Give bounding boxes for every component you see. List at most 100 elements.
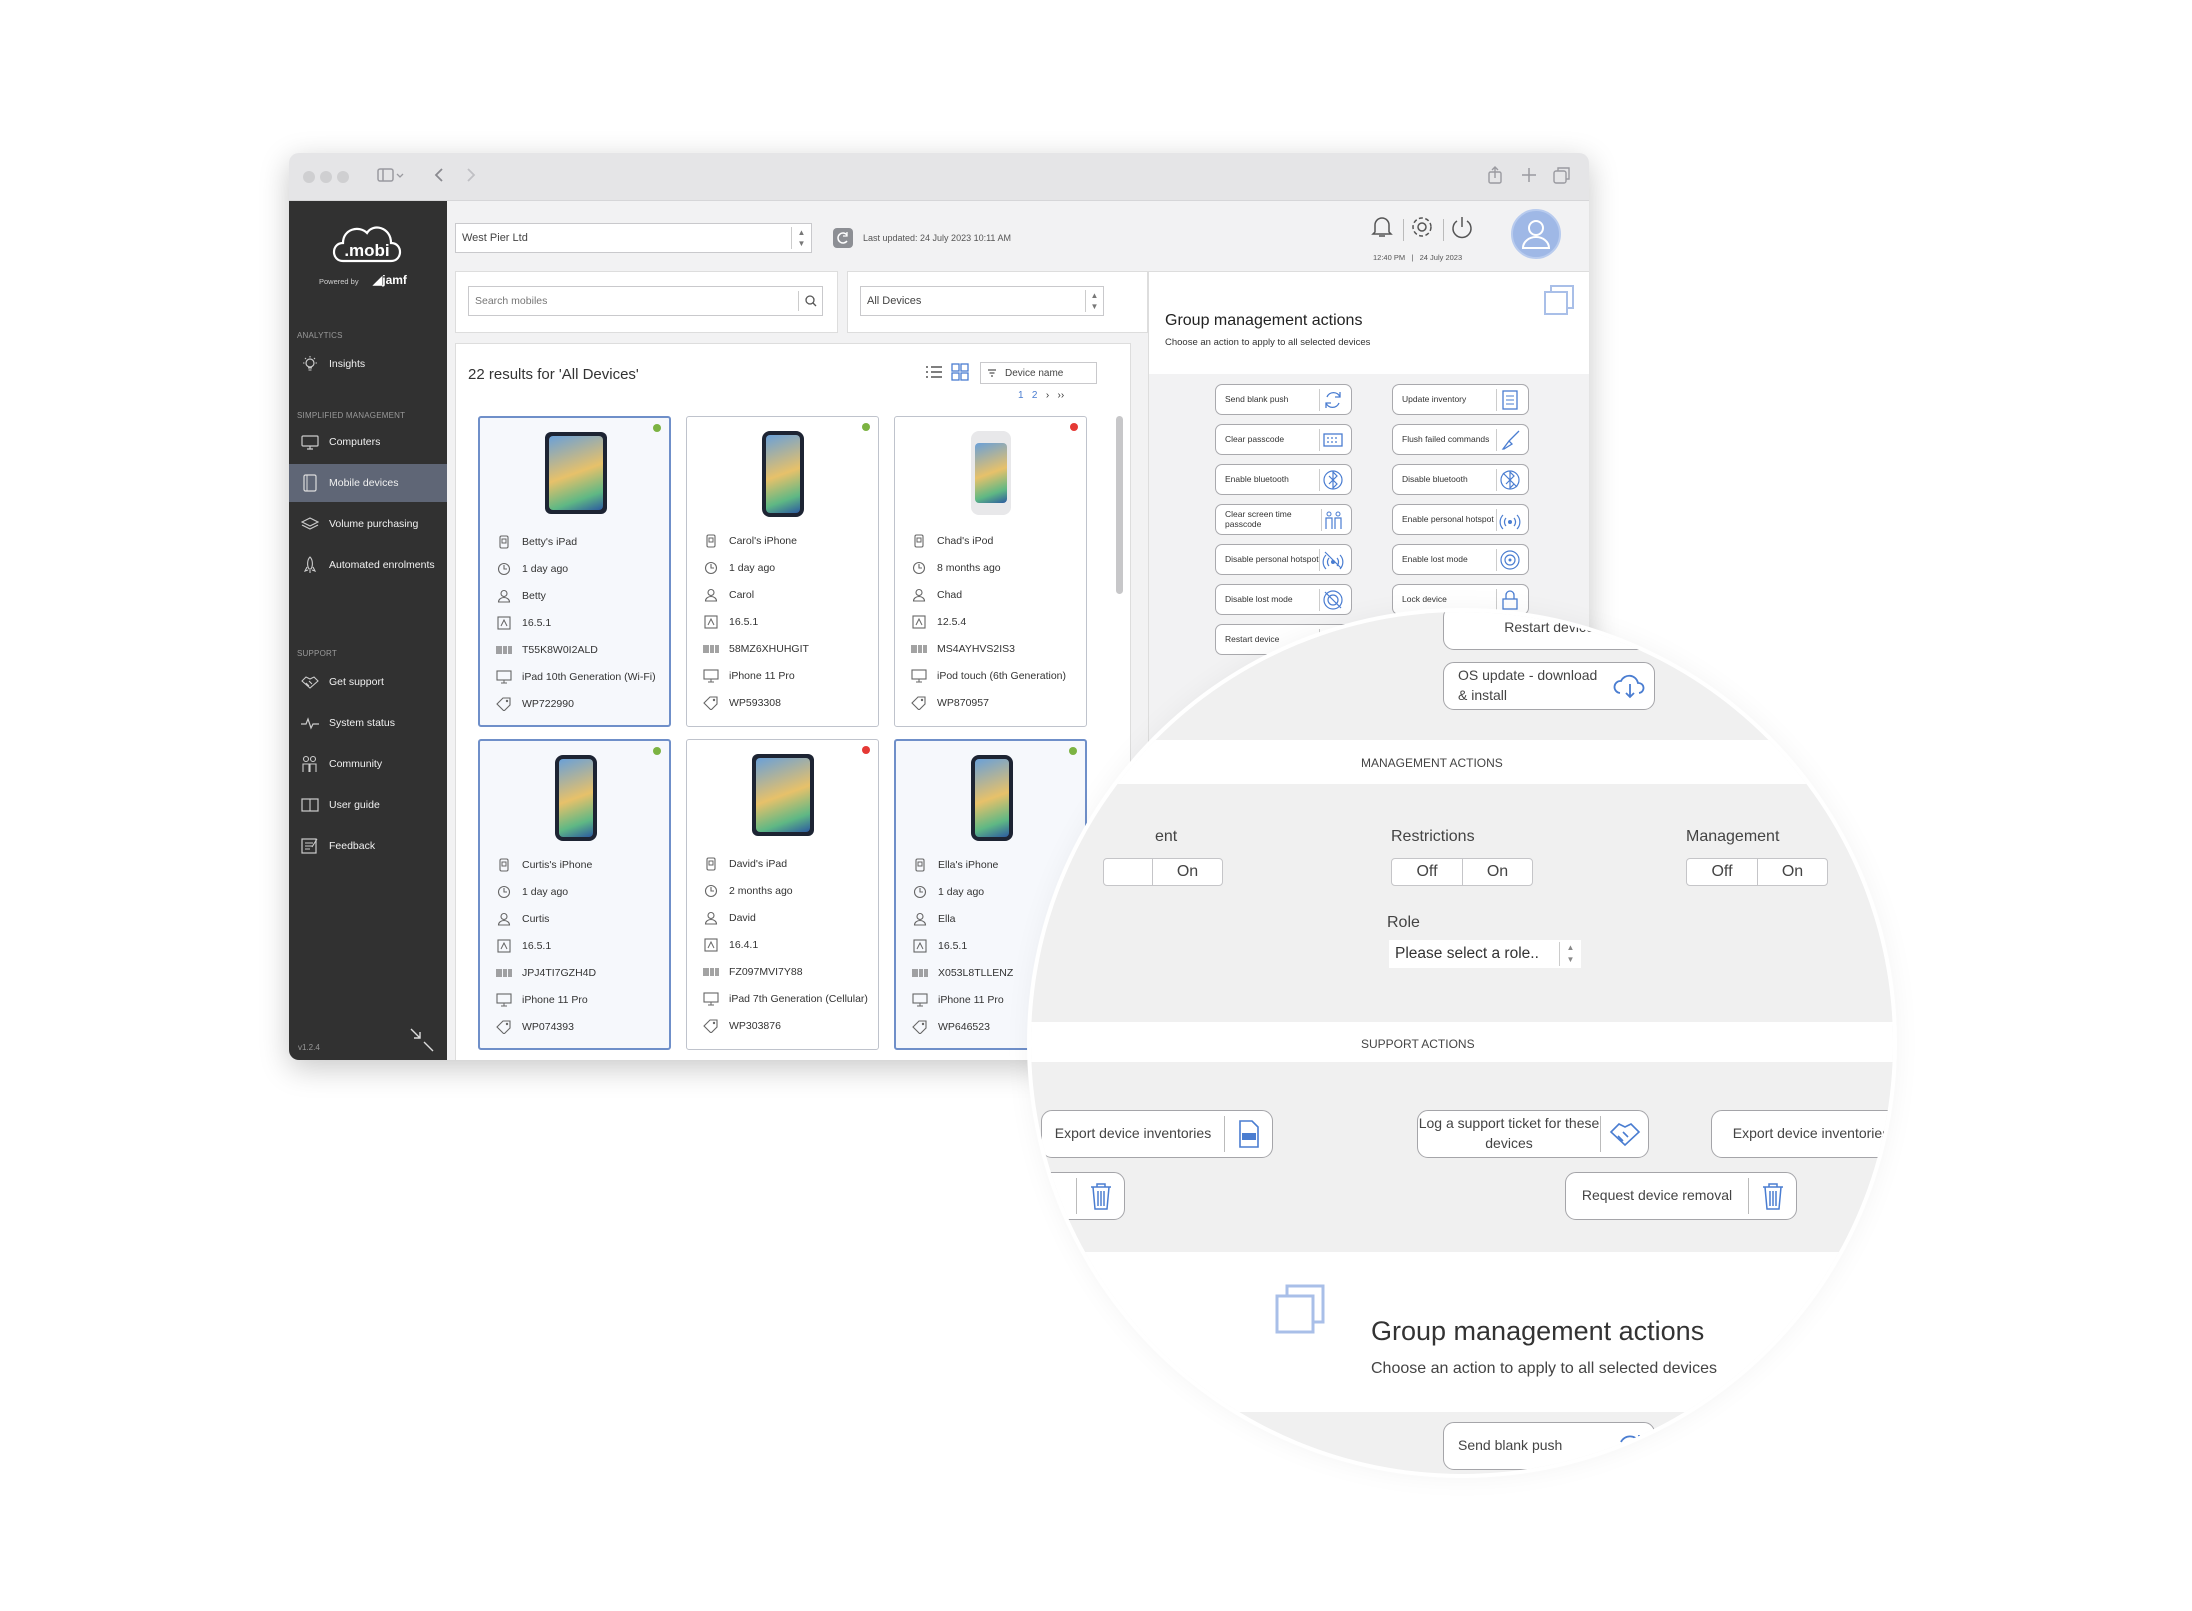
enable-personal-hotspot-button[interactable]: Enable personal hotspot (1392, 504, 1529, 535)
role-select[interactable]: Please select a role.. ▲ ▼ (1389, 940, 1581, 968)
search-icon[interactable] (798, 291, 822, 311)
restrictions-on-option[interactable]: On (1462, 859, 1532, 885)
tab-overview-icon[interactable] (1553, 166, 1571, 184)
sidebar-item-automated-enrolments[interactable]: Automated enrolments (289, 546, 447, 584)
refresh-button[interactable] (833, 228, 853, 248)
model-icon (911, 668, 927, 684)
flush-failed-commands-button[interactable]: Flush failed commands (1392, 424, 1529, 455)
sidebar-item-system-status[interactable]: System status (289, 704, 447, 742)
window-minimize-button[interactable] (320, 171, 332, 183)
os-version-icon (703, 614, 719, 630)
os-update-button[interactable]: OS update - download & install (1443, 662, 1655, 710)
new-tab-icon[interactable] (1521, 166, 1537, 184)
device-os-row: 12.5.4 (911, 610, 1081, 634)
search-field[interactable] (468, 286, 823, 316)
restrictions-toggle[interactable]: Off On (1391, 858, 1533, 886)
scrollbar-thumb[interactable] (1116, 416, 1123, 594)
clock-icon (496, 561, 512, 577)
list-view-icon[interactable] (924, 362, 944, 382)
device-card[interactable]: Betty's iPad 1 day ago Betty 16.5.1 T55K8W0I… (478, 416, 671, 727)
lock-device-button[interactable]: Lock device (1392, 584, 1529, 615)
device-name: David's iPad (729, 858, 788, 870)
sidebar-item-volume-purchasing[interactable]: Volume purchasing (289, 505, 447, 543)
update-inventory-button[interactable]: Update inventory (1392, 384, 1529, 415)
clear-passcode-button[interactable]: Clear passcode (1215, 424, 1352, 455)
hotspot-icon (1496, 508, 1522, 531)
window-close-button[interactable] (303, 171, 315, 183)
user-icon (496, 588, 512, 604)
grid-view-icon[interactable] (950, 362, 970, 382)
enable-bluetooth-button[interactable]: Enable bluetooth (1215, 464, 1352, 495)
restart-device-button[interactable]: Restart device (1443, 612, 1655, 650)
sidebar-toggle-icon[interactable] (377, 167, 405, 183)
device-model-row: iPhone 11 Pro (496, 988, 666, 1012)
bell-icon[interactable] (1369, 213, 1395, 239)
export-inventories-button-2[interactable]: Export device inventories (1711, 1110, 1893, 1158)
sidebar-item-feedback[interactable]: Feedback (289, 827, 447, 865)
sidebar-item-get-support[interactable]: Get support (289, 663, 447, 701)
os-update-label: OS update - download & install (1458, 667, 1598, 703)
role-label: Role (1387, 914, 1420, 931)
enable-lost-mode-label: Enable lost mode (1402, 553, 1468, 564)
partial-trash-button[interactable] (1031, 1172, 1125, 1220)
device-asset-row: WP870957 (911, 691, 1081, 715)
last-page-icon[interactable]: ›› (1058, 390, 1065, 401)
restrictions-off-option[interactable]: Off (1392, 859, 1462, 885)
search-input[interactable] (475, 295, 775, 307)
support-ticket-button[interactable]: Log a support ticket for these devices (1417, 1110, 1649, 1158)
support-actions-heading: SUPPORT ACTIONS (1361, 1037, 1475, 1051)
partial-toggle[interactable]: On (1103, 858, 1223, 886)
device-model: iPhone 11 Pro (938, 994, 1004, 1006)
power-icon[interactable] (1449, 214, 1475, 240)
device-card[interactable]: Curtis's iPhone 1 day ago Curtis 16.5.1 JPJ4… (478, 739, 671, 1050)
device-filter-select[interactable]: All Devices ▲ ▼ (860, 286, 1104, 316)
enable-lost-mode-button[interactable]: Enable lost mode (1392, 544, 1529, 575)
organisation-select[interactable]: West Pier Ltd ▲ ▼ (455, 223, 812, 253)
send-blank-push-button[interactable]: Send blank push (1215, 384, 1352, 415)
lock-device-label: Lock device (1402, 593, 1447, 604)
device-icon (703, 533, 719, 549)
disable-personal-hotspot-button[interactable]: Disable personal hotspot (1215, 544, 1352, 575)
partial-off-option[interactable] (1104, 859, 1152, 885)
device-os: 16.5.1 (522, 940, 552, 952)
sidebar-item-computers[interactable]: Computers (289, 423, 447, 461)
sidebar-item-label: Community (329, 758, 383, 770)
device-serial-row: FZ097MVI7Y88 (703, 960, 873, 984)
share-icon[interactable] (1487, 166, 1503, 184)
sort-select[interactable]: Device name (980, 362, 1097, 384)
management-toggle[interactable]: Off On (1686, 858, 1828, 886)
barcode-icon (496, 965, 512, 981)
page-2-link[interactable]: 2 (1032, 390, 1038, 401)
request-removal-button[interactable]: Request device removal (1565, 1172, 1797, 1220)
export-inventories-button[interactable]: Export device inventories (1041, 1110, 1273, 1158)
tag-icon (911, 695, 927, 711)
avatar[interactable] (1511, 209, 1561, 259)
management-off-option[interactable]: Off (1687, 859, 1757, 885)
next-page-icon[interactable]: › (1046, 390, 1049, 401)
barcode-icon (911, 641, 927, 657)
clear-screen-time-passcode-button[interactable]: Clear screen time passcode (1215, 504, 1352, 535)
disable-lost-mode-button[interactable]: Disable lost mode (1215, 584, 1352, 615)
zoom-send-blank-push-button[interactable]: Send blank push (1443, 1422, 1655, 1470)
sidebar-item-insights[interactable]: Insights (289, 345, 447, 383)
sidebar-item-mobile-devices[interactable]: Mobile devices (289, 464, 447, 502)
sidebar-item-user-guide[interactable]: User guide (289, 786, 447, 824)
device-card[interactable]: Carol's iPhone 1 day ago Carol 16.5.1 58MZ6X… (686, 416, 879, 727)
disable-bluetooth-button[interactable]: Disable bluetooth (1392, 464, 1529, 495)
chevron-updown-icon: ▲ ▼ (791, 227, 811, 249)
device-card[interactable]: David's iPad 2 months ago David 16.4.1 FZ097… (686, 739, 879, 1050)
sidebar-item-community[interactable]: Community (289, 745, 447, 783)
device-card[interactable]: Chad's iPod 8 months ago Chad 12.5.4 MS4AYHV… (894, 416, 1087, 727)
partial-on-option[interactable]: On (1152, 859, 1222, 885)
barcode-icon (703, 641, 719, 657)
window-zoom-button[interactable] (337, 171, 349, 183)
organisation-value: West Pier Ltd (462, 232, 528, 244)
copy-icon[interactable] (1543, 284, 1575, 316)
forward-icon[interactable] (465, 166, 477, 184)
collapse-icon[interactable] (409, 1027, 435, 1053)
management-on-option[interactable]: On (1757, 859, 1827, 885)
page-1-link[interactable]: 1 (1018, 390, 1024, 401)
back-icon[interactable] (433, 166, 445, 184)
gear-icon[interactable] (1409, 214, 1435, 240)
support-ticket-label: Log a support ticket for these devices (1418, 1115, 1600, 1151)
